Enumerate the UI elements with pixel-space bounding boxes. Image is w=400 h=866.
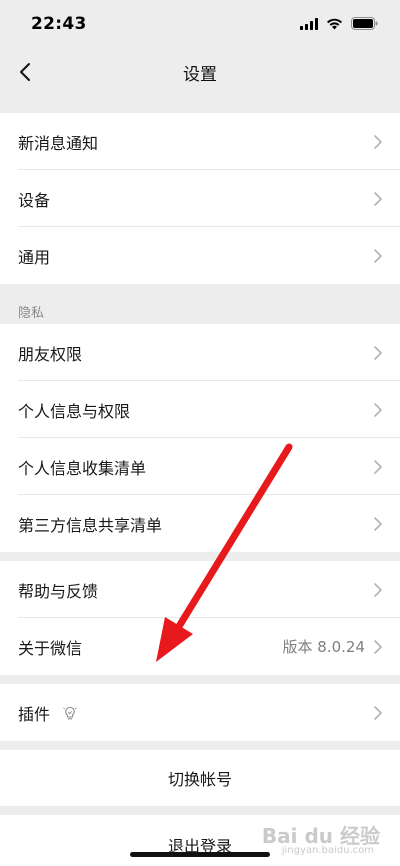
chevron-right-icon: [374, 582, 382, 597]
home-indicator: [130, 852, 270, 857]
chevron-right-icon: [374, 516, 382, 531]
wifi-icon: [327, 18, 342, 29]
privacy-section-label: 隐私: [18, 306, 45, 321]
row-help-feedback[interactable]: 帮助与反馈: [0, 561, 400, 618]
cellular-signal-icon: [300, 17, 318, 30]
row-about-wechat[interactable]: 关于微信 版本 8.0.24: [0, 618, 400, 675]
settings-group-privacy: 朋友权限 个人信息与权限 个人信息收集清单 第三方信息共享清单: [0, 324, 400, 552]
nav-bar: 设置: [0, 52, 400, 92]
row-third-party-sharing-list[interactable]: 第三方信息共享清单: [0, 495, 400, 552]
row-label: 第三方信息共享清单: [18, 515, 163, 535]
chevron-right-icon: [374, 345, 382, 360]
status-bar: 22:43: [0, 0, 400, 52]
row-label: 设备: [18, 190, 51, 210]
lightbulb-icon: [63, 706, 77, 719]
chevron-right-icon: [374, 402, 382, 417]
row-general[interactable]: 通用: [0, 227, 400, 284]
chevron-right-icon: [374, 248, 382, 263]
baidu-watermark-url: jingyan.baidu.com: [281, 845, 374, 856]
row-new-message-notifications[interactable]: 新消息通知: [0, 113, 400, 170]
chevron-right-icon: [374, 639, 382, 654]
row-plugins[interactable]: 插件: [0, 684, 400, 741]
battery-icon: [351, 17, 378, 30]
row-label: 朋友权限: [18, 344, 83, 364]
row-devices[interactable]: 设备: [0, 170, 400, 227]
settings-group-help-about: 帮助与反馈 关于微信 版本 8.0.24: [0, 561, 400, 675]
row-label: 新消息通知: [18, 133, 99, 153]
chevron-right-icon: [374, 459, 382, 474]
row-label: 帮助与反馈: [18, 581, 99, 601]
row-label: 通用: [18, 247, 51, 267]
version-value: 版本 8.0.24: [282, 638, 365, 656]
settings-group-general: 新消息通知 设备 通用: [0, 113, 400, 284]
switch-account-button[interactable]: 切换帐号: [0, 750, 400, 806]
chevron-right-icon: [374, 191, 382, 206]
status-time: 22:43: [31, 14, 87, 34]
chevron-right-icon: [374, 705, 382, 720]
row-friend-permissions[interactable]: 朋友权限: [0, 324, 400, 381]
page-title: 设置: [183, 65, 217, 85]
row-label: 个人信息收集清单: [18, 458, 147, 478]
row-personal-info-permissions[interactable]: 个人信息与权限: [0, 381, 400, 438]
settings-group-plugins: 插件: [0, 684, 400, 741]
status-icons: [300, 17, 378, 30]
row-label: 个人信息与权限: [18, 401, 131, 421]
row-label: 关于微信: [18, 638, 83, 658]
settings-screen: 22:43 设置 新消息通知 设备 通用 隐私 朋友权限 个人信息与权限 个人信…: [0, 0, 400, 866]
row-personal-info-collection-list[interactable]: 个人信息收集清单: [0, 438, 400, 495]
chevron-right-icon: [374, 134, 382, 149]
row-label: 插件: [18, 704, 51, 724]
